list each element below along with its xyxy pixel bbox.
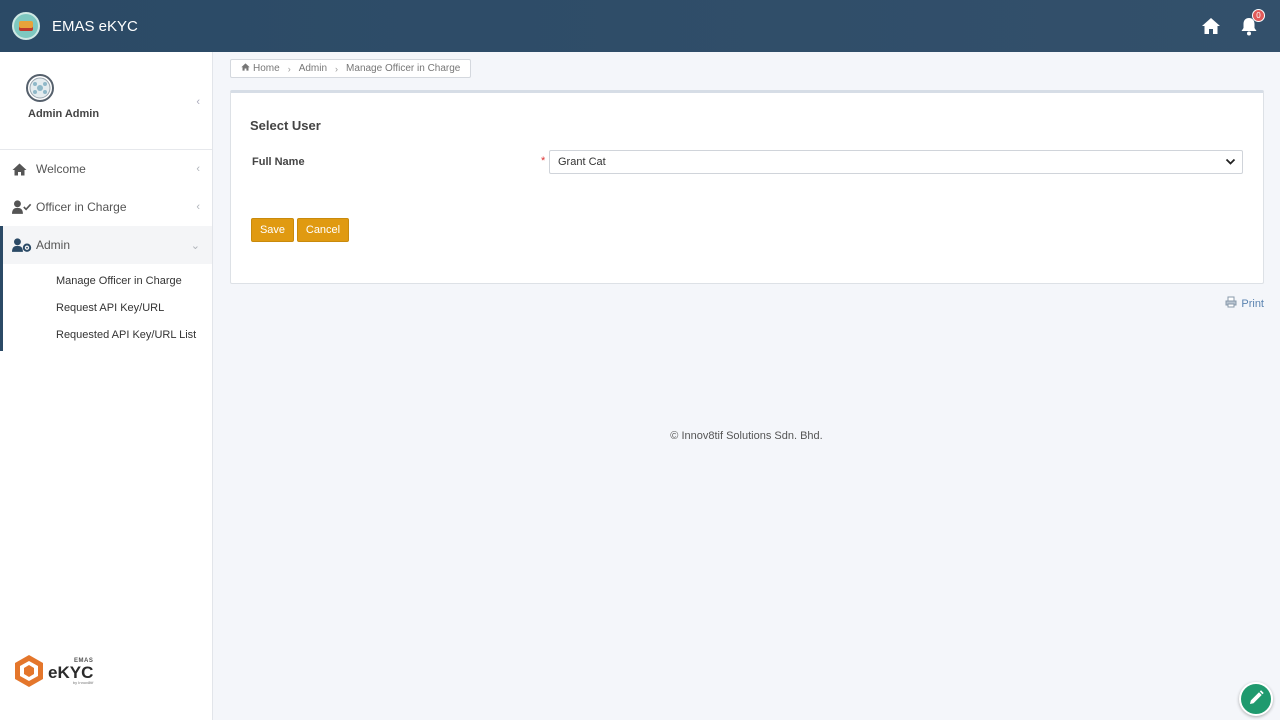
full-name-select[interactable]: Grant Cat bbox=[549, 150, 1243, 174]
cancel-button[interactable]: Cancel bbox=[297, 218, 349, 242]
collapse-sidebar-chevron-icon[interactable]: ‹ bbox=[196, 96, 200, 108]
bell-icon[interactable]: 0 bbox=[1238, 9, 1265, 37]
chevron-left-icon: ‹ bbox=[196, 163, 200, 175]
printer-icon bbox=[1225, 296, 1237, 311]
print-label: Print bbox=[1241, 297, 1264, 310]
user-profile: Admin Admin ‹ bbox=[0, 52, 212, 150]
sidebar-subitem-request-api-key[interactable]: Request API Key/URL bbox=[3, 294, 212, 321]
home-icon bbox=[12, 161, 32, 177]
print-link[interactable]: Print bbox=[1225, 296, 1264, 311]
breadcrumb-admin[interactable]: Admin bbox=[299, 63, 327, 74]
sidebar-item-label: Officer in Charge bbox=[36, 200, 127, 214]
home-icon bbox=[241, 63, 250, 74]
notification-badge: 0 bbox=[1252, 9, 1265, 22]
chevron-down-icon bbox=[1225, 156, 1236, 170]
sidebar-subitem-manage-officer[interactable]: Manage Officer in Charge bbox=[3, 267, 212, 294]
breadcrumb-home[interactable]: Home bbox=[253, 63, 280, 74]
user-check-icon bbox=[12, 199, 32, 215]
sidebar-item-label: Admin bbox=[36, 238, 71, 252]
breadcrumb: Home › Admin › Manage Officer in Charge bbox=[230, 59, 472, 78]
breadcrumb-separator-icon: › bbox=[335, 63, 339, 74]
chevron-left-icon: ‹ bbox=[196, 201, 200, 213]
breadcrumb-current: Manage Officer in Charge bbox=[346, 63, 461, 74]
sidebar-item-officer-in-charge[interactable]: Officer in Charge ‹ bbox=[0, 188, 212, 226]
avatar[interactable] bbox=[26, 74, 54, 102]
select-user-panel: Select User Full Name * Grant Cat Save C… bbox=[230, 90, 1264, 284]
sidebar-item-label: Welcome bbox=[36, 162, 86, 176]
edit-fab-button[interactable] bbox=[1239, 682, 1273, 716]
panel-title: Select User bbox=[250, 118, 321, 133]
app-title: EMAS eKYC bbox=[52, 17, 138, 35]
top-bar-actions: 0 bbox=[1200, 0, 1265, 52]
sidebar-admin-group: Admin ⌄ Manage Officer in Charge Request… bbox=[0, 226, 212, 351]
full-name-label: Full Name bbox=[252, 156, 305, 168]
sidebar: Admin Admin ‹ Welcome ‹ Officer in Charg… bbox=[0, 52, 213, 720]
app-logo-icon[interactable] bbox=[12, 12, 40, 40]
required-mark: * bbox=[541, 155, 546, 167]
pencil-icon bbox=[1248, 689, 1264, 709]
top-bar: EMAS eKYC 0 bbox=[0, 0, 1280, 52]
full-name-select-value: Grant Cat bbox=[558, 156, 606, 168]
breadcrumb-separator-icon: › bbox=[287, 63, 291, 74]
sidebar-item-welcome[interactable]: Welcome ‹ bbox=[0, 150, 212, 188]
footer-copyright: © Innov8tif Solutions Sdn. Bhd. bbox=[670, 430, 823, 442]
home-icon[interactable] bbox=[1200, 15, 1222, 37]
brand-logo: EMAS eKYC by Innov8tif bbox=[14, 654, 93, 688]
chevron-down-icon: ⌄ bbox=[190, 239, 200, 252]
admin-submenu: Manage Officer in Charge Request API Key… bbox=[3, 264, 212, 351]
save-button[interactable]: Save bbox=[251, 218, 294, 242]
brand-big-text: eKYC bbox=[48, 662, 94, 682]
brand-hex-icon bbox=[14, 654, 44, 688]
sidebar-subitem-requested-api-list[interactable]: Requested API Key/URL List bbox=[3, 321, 212, 348]
user-name: Admin Admin bbox=[28, 108, 100, 120]
sidebar-item-admin[interactable]: Admin ⌄ bbox=[3, 226, 212, 264]
user-gear-icon bbox=[12, 237, 32, 253]
